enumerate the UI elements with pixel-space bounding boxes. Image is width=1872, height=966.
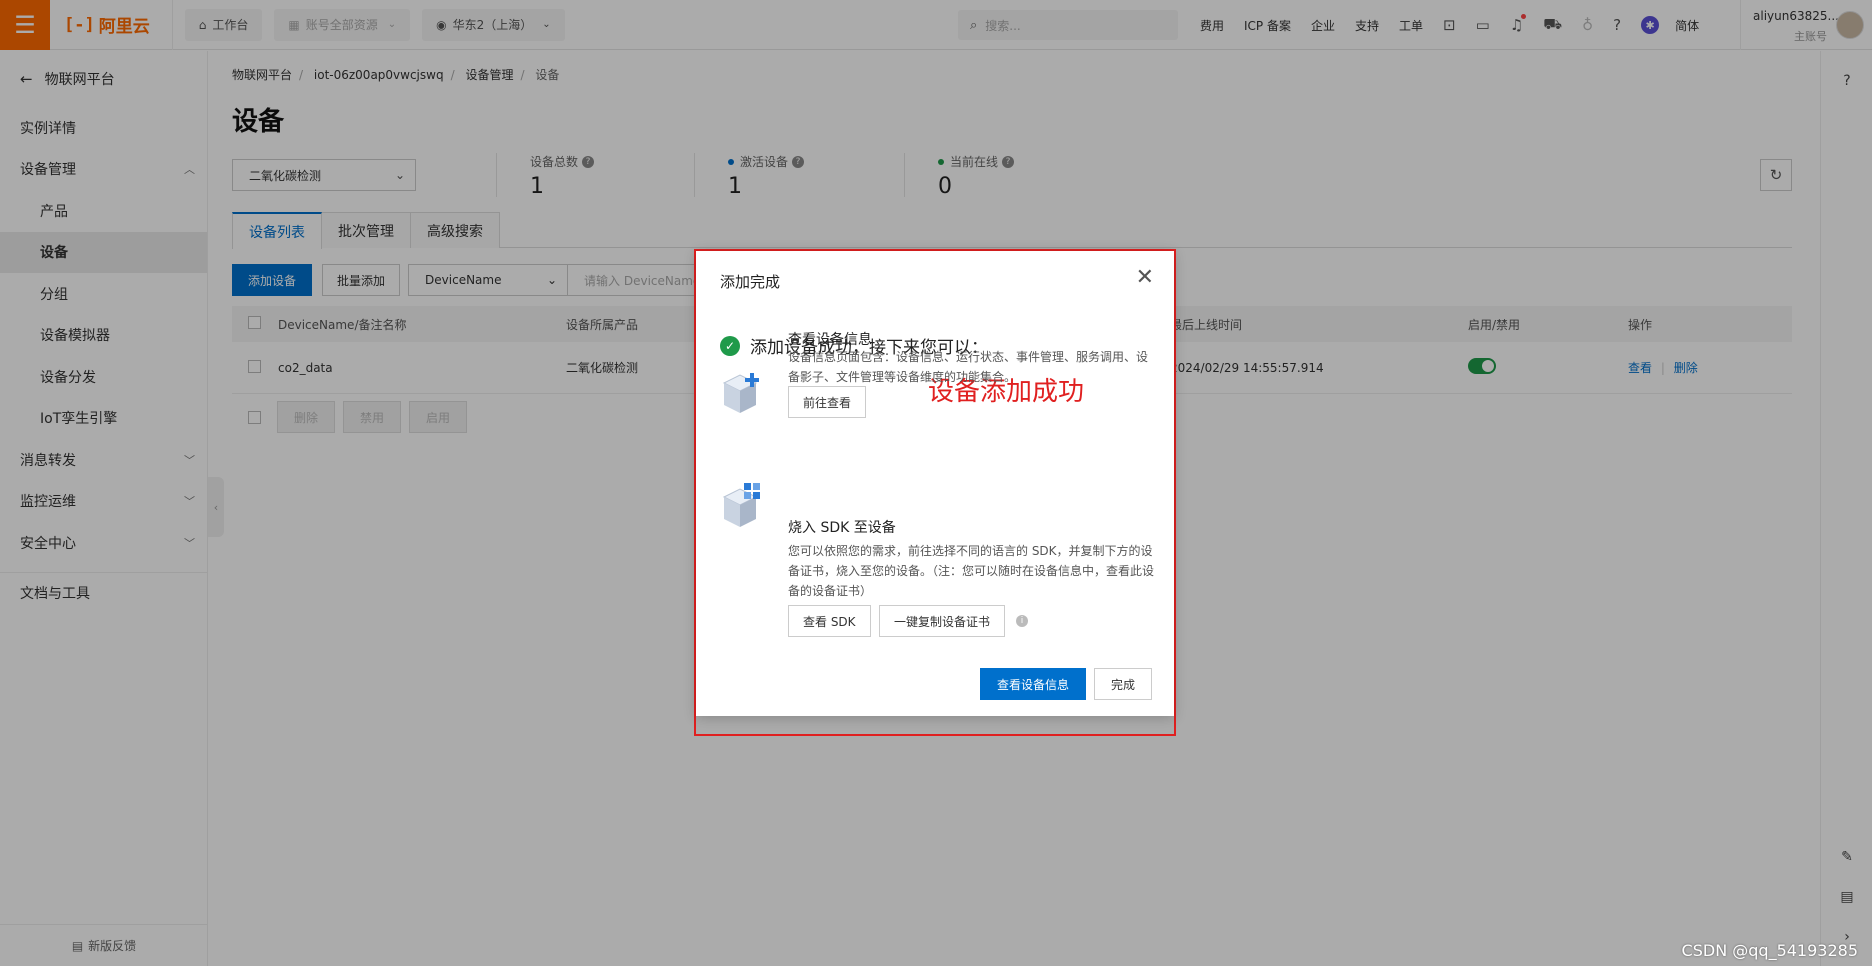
section-description: 设备信息页面包含：设备信息、运行状态、事件管理、服务调用、设备影子、文件管理等设… (788, 350, 1149, 384)
copy-certificate-button[interactable]: 一键复制设备证书 (879, 605, 1006, 637)
section-title: 查看设备信息 (788, 332, 872, 348)
watermark: CSDN @qq_54193285 (1681, 941, 1858, 960)
done-button[interactable]: 完成 (1094, 668, 1152, 700)
close-icon[interactable]: ✕ (1136, 267, 1154, 289)
go-view-button[interactable]: 前往查看 (788, 386, 867, 418)
add-complete-dialog: 添加完成 ✕ ✓ 添加设备成功，接下来您可以： 设备添加成功 查看设备信息 设备… (696, 251, 1174, 716)
view-sdk-button[interactable]: 查看 SDK (788, 605, 871, 637)
view-device-info-button[interactable]: 查看设备信息 (980, 668, 1086, 700)
section-title: 烧入 SDK 至设备 (788, 520, 896, 536)
section-description: 您可以依照您的需求，前往选择不同的语言的 SDK，并复制下方的设备证书，烧入至您… (788, 544, 1155, 598)
device-info-icon (722, 373, 759, 413)
dialog-title: 添加完成 (720, 273, 781, 291)
sdk-icon (722, 483, 760, 527)
check-circle-icon: ✓ (720, 335, 740, 356)
info-icon[interactable]: i (1016, 615, 1028, 627)
